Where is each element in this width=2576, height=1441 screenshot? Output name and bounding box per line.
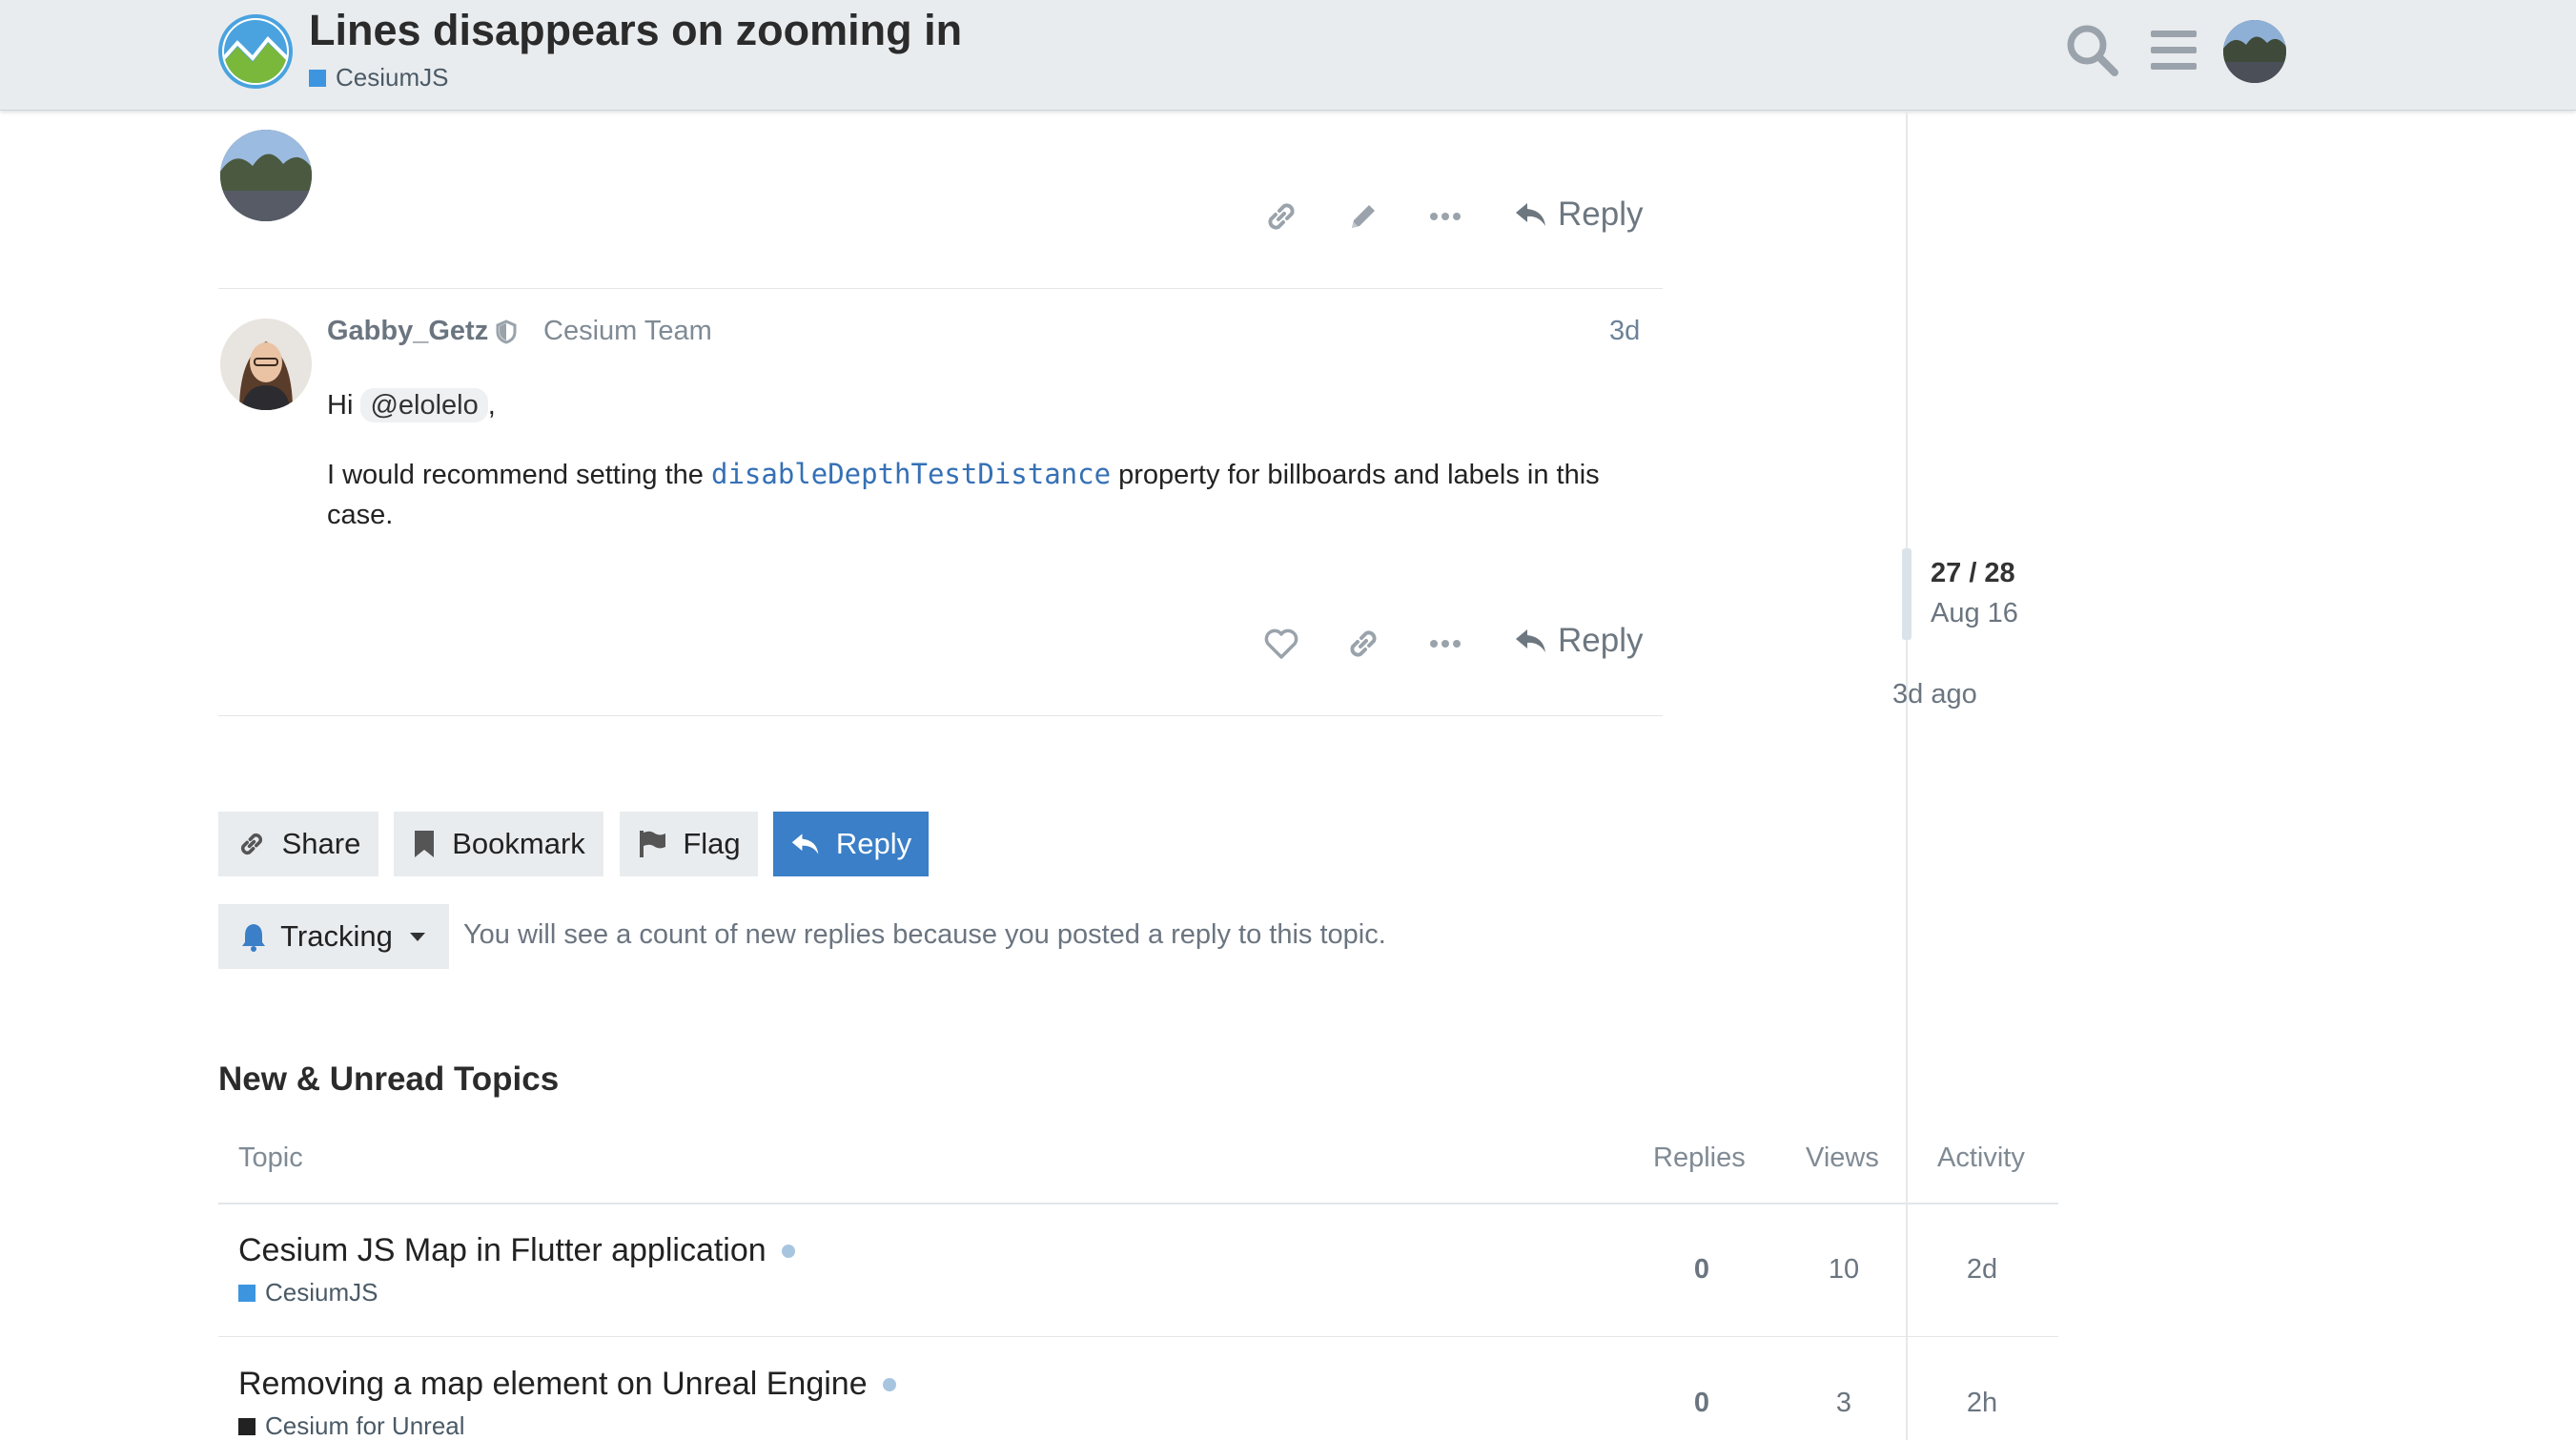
link-icon[interactable]: [1340, 621, 1386, 667]
bookmark-label: Bookmark: [452, 827, 585, 860]
topic-title[interactable]: Removing a map element on Unreal Engine: [238, 1366, 868, 1403]
site-header: Lines disappears on zooming in CesiumJS: [0, 0, 2576, 111]
category-color-square: [309, 69, 326, 87]
topic-activity[interactable]: 2d: [1934, 1254, 2030, 1286]
bookmark-icon: [415, 831, 435, 857]
unread-indicator: [781, 1244, 795, 1258]
topic-category-label: CesiumJS: [265, 1278, 378, 1307]
avatar[interactable]: [220, 130, 312, 221]
logo-icon[interactable]: [218, 14, 293, 89]
topic-category-badge[interactable]: CesiumJS: [238, 1278, 378, 1307]
topic-link[interactable]: Removing a map element on Unreal Engine: [238, 1366, 896, 1403]
topic-views: 10: [1828, 1254, 1860, 1285]
notification-level-label: Tracking: [280, 919, 393, 953]
topic-link[interactable]: Cesium JS Map in Flutter application: [238, 1232, 795, 1269]
reply-icon: [791, 834, 819, 854]
timeline-date: Aug 16: [1931, 598, 2018, 628]
post-paragraph-1: Hi @elolelo,: [327, 385, 1662, 425]
category-color-square: [238, 1417, 256, 1435]
topic-views: 3: [1835, 1388, 1852, 1418]
table-row[interactable]: [218, 1204, 2058, 1336]
reply-button[interactable]: Reply: [1514, 622, 1643, 660]
header-category-label: CesiumJS: [336, 63, 449, 92]
suggested-topics-heading: New & Unread Topics: [218, 1060, 560, 1098]
pencil-icon[interactable]: [1340, 194, 1386, 239]
post-divider: [218, 715, 1663, 716]
reply-label: Reply: [1558, 196, 1644, 233]
share-button[interactable]: Share: [218, 812, 378, 876]
shield-icon: [496, 319, 517, 344]
topic-title[interactable]: Cesium JS Map in Flutter application: [238, 1232, 767, 1269]
more-icon[interactable]: [1422, 194, 1468, 239]
flag-icon: [640, 831, 666, 857]
notification-level-dropdown[interactable]: Tracking: [218, 904, 449, 969]
username[interactable]: Gabby_Getz: [327, 316, 488, 347]
topic-activity[interactable]: 2h: [1934, 1388, 2030, 1419]
bookmark-button[interactable]: Bookmark: [394, 812, 603, 876]
topic-title[interactable]: Lines disappears on zooming in: [309, 6, 962, 55]
search-icon[interactable]: [2063, 21, 2120, 78]
more-icon[interactable]: [1422, 621, 1468, 667]
link-icon: [240, 833, 262, 855]
topic-category-label: Cesium for Unreal: [265, 1411, 465, 1440]
bell-icon: [242, 924, 266, 952]
column-header-replies[interactable]: Replies: [1653, 1143, 1746, 1174]
share-label: Share: [281, 827, 361, 860]
user-mention[interactable]: @elolelo: [360, 388, 488, 422]
topic-reply-button[interactable]: Reply: [773, 812, 929, 876]
user-title: Cesium Team: [543, 316, 712, 346]
topic-replies[interactable]: 0: [1654, 1254, 1749, 1286]
text-before-code: I would recommend setting the: [327, 460, 704, 490]
post-date[interactable]: 3d: [1609, 316, 1640, 347]
current-user-avatar[interactable]: [2223, 20, 2286, 83]
greeting: Hi: [327, 390, 354, 421]
flag-button[interactable]: Flag: [620, 812, 758, 876]
reply-icon: [1516, 203, 1545, 226]
column-header-topic[interactable]: Topic: [238, 1143, 303, 1174]
topic-replies[interactable]: 0: [1654, 1388, 1749, 1419]
menu-icon[interactable]: [2147, 21, 2200, 78]
link-icon[interactable]: [1258, 194, 1304, 239]
notification-level-description: You will see a count of new replies beca…: [463, 919, 1386, 950]
flag-label: Flag: [683, 827, 741, 860]
caret-down-icon: [409, 933, 425, 941]
inline-code: disableDepthTestDistance: [711, 458, 1112, 490]
unread-indicator: [882, 1377, 896, 1391]
reply-label: Reply: [1558, 622, 1644, 659]
timeline-post-count: 27 / 28: [1931, 558, 2015, 588]
reply-label: Reply: [835, 827, 912, 860]
timeline-handle[interactable]: [1902, 548, 1912, 640]
header-category-badge[interactable]: CesiumJS: [309, 63, 448, 93]
reply-button[interactable]: Reply: [1514, 196, 1643, 234]
topic-category-badge[interactable]: Cesium for Unreal: [238, 1411, 465, 1441]
category-color-square: [238, 1284, 256, 1302]
avatar[interactable]: [220, 319, 312, 410]
reply-icon: [1516, 629, 1545, 652]
column-header-views[interactable]: Views: [1806, 1143, 1879, 1174]
column-header-activity[interactable]: Activity: [1937, 1143, 2025, 1174]
timeline-last-activity[interactable]: 3d ago: [1892, 679, 1977, 710]
heart-icon[interactable]: [1258, 621, 1304, 667]
mention-suffix: ,: [487, 390, 496, 421]
post-paragraph-2: I would recommend setting the disableDep…: [327, 454, 1605, 535]
post-divider: [218, 288, 1663, 289]
post-body: Hi @elolelo, I would recommend setting t…: [327, 385, 1662, 535]
post-username[interactable]: Gabby_Getz: [327, 316, 517, 347]
